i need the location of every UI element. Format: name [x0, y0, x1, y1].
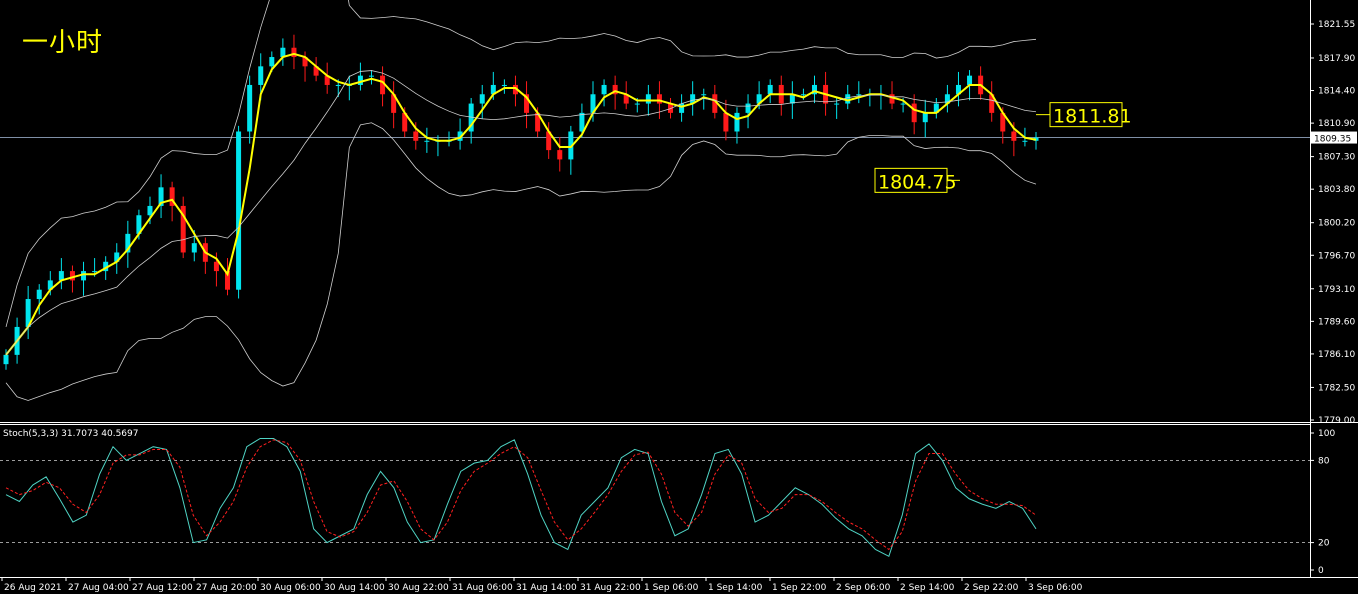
candle-body [856, 94, 862, 96]
candle-body [424, 140, 430, 142]
candle-body [69, 271, 75, 281]
price-tick-label: 1782.50 [1318, 383, 1355, 393]
time-tick-label: 30 Aug 06:00 [260, 583, 321, 593]
candle-body [579, 112, 585, 132]
time-tick-label: 27 Aug 04:00 [68, 583, 129, 593]
candle-body [967, 75, 973, 85]
candle-body [147, 205, 153, 216]
candle-body [413, 131, 419, 141]
candle-body [479, 94, 485, 104]
candles [3, 34, 1039, 370]
chart-title: 一小时 [22, 28, 104, 58]
price-tick-label: 1793.10 [1318, 285, 1355, 295]
candle-body [800, 94, 806, 96]
bollinger-upper [5, 0, 1037, 328]
candle-body [501, 84, 507, 86]
price-tick-label: 1803.80 [1318, 185, 1355, 195]
stoch-tick-label: 80 [1318, 456, 1330, 466]
candle-body [645, 94, 651, 104]
candle-body [191, 243, 197, 253]
candle-body [634, 103, 640, 105]
price-tick-label: 1817.90 [1318, 54, 1355, 64]
stoch-tick-label: 100 [1318, 429, 1335, 439]
candle-body [291, 47, 297, 58]
time-tick-label: 2 Sep 22:00 [964, 583, 1019, 593]
time-tick-label: 3 Sep 06:00 [1028, 583, 1083, 593]
price-tick-label: 1786.10 [1318, 350, 1355, 360]
bollinger-middle [5, 70, 1037, 356]
time-tick-label: 2 Sep 06:00 [836, 583, 891, 593]
price-tick-label: 1821.55 [1318, 20, 1355, 30]
time-tick-label: 31 Aug 22:00 [580, 583, 641, 593]
time-tick-label: 27 Aug 20:00 [196, 583, 257, 593]
candle-body [236, 131, 242, 290]
stoch-indicator-label: Stoch(5,3,3) 31.7073 40.5697 [3, 429, 139, 439]
stoch-tick-label: 0 [1318, 566, 1324, 576]
candle-body [357, 75, 363, 85]
time-tick-label: 30 Aug 22:00 [388, 583, 449, 593]
price-tick-label: 1789.60 [1318, 317, 1355, 327]
candle-body [734, 112, 740, 132]
stoch-tick-label: 20 [1318, 539, 1330, 549]
candle-body [269, 57, 275, 67]
time-tick-label: 1 Sep 14:00 [708, 583, 763, 593]
annotation-label: 1804.75 [878, 171, 957, 193]
candle-body [889, 94, 895, 104]
candle-body [900, 103, 906, 105]
price-tick-label: 1814.40 [1318, 87, 1355, 97]
candle-body [3, 354, 9, 365]
candle-body [368, 75, 374, 77]
time-tick-label: 1 Sep 06:00 [644, 583, 699, 593]
time-tick-label: 30 Aug 14:00 [324, 583, 385, 593]
price-tick-label: 1807.30 [1318, 153, 1355, 163]
candle-body [845, 94, 851, 104]
price-tick-label: 1800.20 [1318, 219, 1355, 229]
candle-body [247, 84, 253, 132]
time-tick-label: 31 Aug 14:00 [516, 583, 577, 593]
candle-body [767, 84, 773, 95]
time-tick-label: 2 Sep 14:00 [900, 583, 955, 593]
current-price-text: 1809.35 [1314, 135, 1351, 145]
time-tick-label: 27 Aug 12:00 [132, 583, 193, 593]
price-tick-label: 1796.70 [1318, 251, 1355, 261]
candle-body [1011, 131, 1017, 141]
candle-body [213, 261, 219, 272]
candle-body [723, 112, 729, 132]
candle-body [701, 94, 707, 96]
annotation-label: 1811.81 [1053, 106, 1132, 128]
candle-body [922, 112, 928, 123]
chart-canvas: 1821.55 1817.90 1814.40 1810.90 1807.30 1803.… [0, 0, 1358, 593]
candle-body [911, 103, 917, 123]
stoch-main-line [5, 437, 1037, 558]
candle-body [36, 289, 42, 300]
time-tick-label: 31 Aug 06:00 [452, 583, 513, 593]
candle-body [92, 271, 98, 273]
candle-body [258, 66, 264, 85]
candle-body [834, 103, 840, 105]
moving-average-line [5, 52, 1037, 356]
time-tick-label: 1 Sep 22:00 [772, 583, 827, 593]
candle-body [335, 84, 341, 86]
candle-body [745, 103, 751, 113]
price-tick-label: 1779.00 [1318, 416, 1355, 426]
candle-body [601, 84, 607, 95]
bollinger-lower [5, 122, 1037, 401]
candle-body [557, 150, 563, 160]
price-tick-label: 1810.90 [1318, 119, 1355, 129]
candle-body [679, 103, 685, 113]
candle-body [656, 94, 662, 104]
candle-body [81, 271, 87, 281]
time-tick-label: 26 Aug 2021 [4, 583, 62, 593]
candle-body [1022, 140, 1028, 142]
